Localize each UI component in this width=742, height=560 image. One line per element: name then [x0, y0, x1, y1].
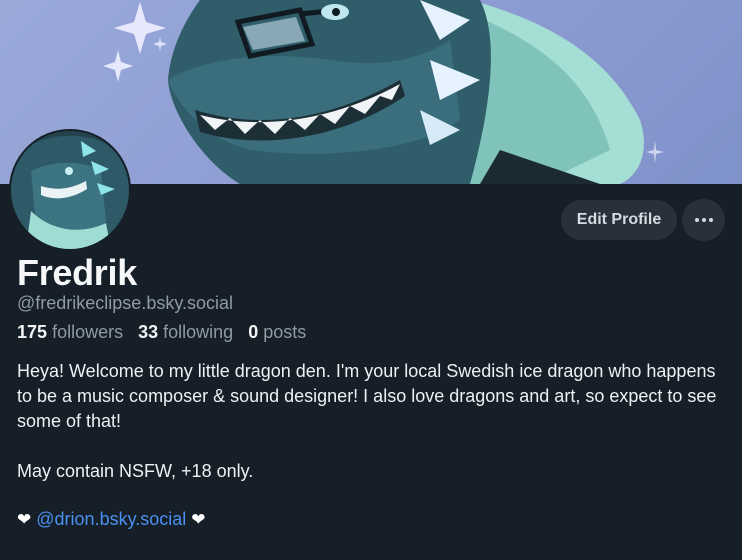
- avatar-artwork: [11, 131, 129, 249]
- profile-avatar[interactable]: [9, 129, 131, 251]
- posts-count: 0: [248, 322, 259, 342]
- display-name: Fredrik: [17, 252, 137, 293]
- ellipsis-icon: [693, 218, 714, 222]
- following-label: following: [163, 322, 234, 342]
- bio-paragraph: Heya! Welcome to my little dragon den. I…: [17, 361, 717, 431]
- mention-link[interactable]: @drion.bsky.social: [36, 509, 186, 529]
- posts-label: posts: [263, 322, 307, 342]
- profile-handle: @fredrikeclipse.bsky.social: [17, 293, 234, 313]
- edit-profile-button[interactable]: Edit Profile: [561, 200, 677, 240]
- more-options-button[interactable]: [682, 199, 725, 241]
- bio-disclaimer: May contain NSFW, +18 only.: [17, 461, 254, 481]
- followers-link[interactable]: 175 followers: [17, 322, 123, 342]
- followers-label: followers: [52, 322, 124, 342]
- profile-bio: Heya! Welcome to my little dragon den. I…: [17, 359, 729, 484]
- posts-stat: 0 posts: [248, 322, 306, 342]
- following-link[interactable]: 33 following: [138, 322, 233, 342]
- following-count: 33: [138, 322, 159, 342]
- heart-icon: ❤: [17, 510, 32, 529]
- followers-count: 175: [17, 322, 48, 342]
- bio-mention-line: ❤ @drion.bsky.social ❤: [17, 509, 206, 530]
- edit-profile-label: Edit Profile: [576, 211, 662, 228]
- heart-icon: ❤: [191, 510, 206, 529]
- profile-stats: 175 followers 33 following 0 posts: [17, 322, 316, 343]
